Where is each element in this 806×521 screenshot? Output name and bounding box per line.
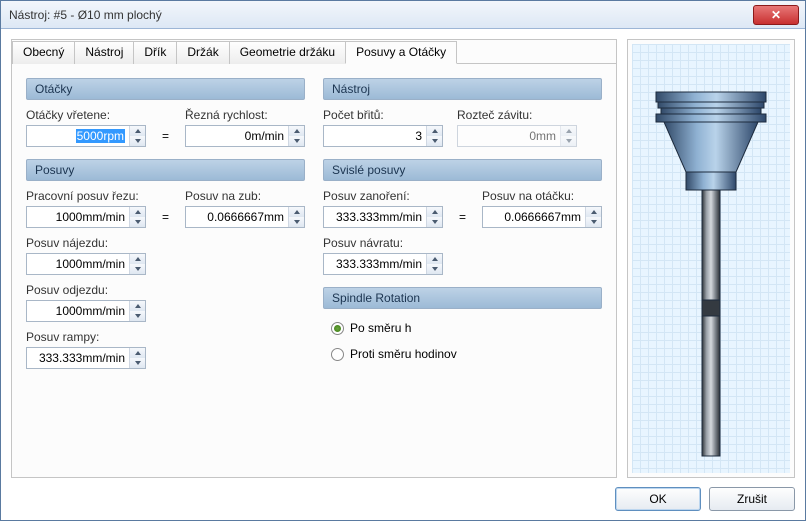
label-retract: Posuv návratu: bbox=[323, 236, 443, 250]
section-spindle: Spindle Rotation bbox=[323, 287, 602, 309]
equals-text: = bbox=[160, 210, 171, 228]
cutting-speed-value: 0m/min bbox=[186, 126, 288, 146]
spin-down-icon bbox=[561, 136, 576, 146]
label-lead-out: Posuv odjezdu: bbox=[26, 283, 146, 297]
tab-holder-geometry[interactable]: Geometrie držáku bbox=[229, 41, 346, 64]
spin-down-icon[interactable] bbox=[427, 136, 442, 146]
ok-button[interactable]: OK bbox=[615, 487, 701, 511]
section-feeds: Posuvy bbox=[26, 159, 305, 181]
spin-down-icon[interactable] bbox=[130, 311, 145, 321]
spin-down-icon[interactable] bbox=[427, 264, 442, 274]
label-ramp: Posuv rampy: bbox=[26, 330, 146, 344]
plunge-feed-input[interactable]: 333.333mm/min bbox=[323, 206, 443, 228]
label-cutting-feed: Pracovní posuv řezu: bbox=[26, 189, 146, 203]
radio-ccw[interactable]: Proti směru hodinov bbox=[331, 347, 602, 361]
plunge-feed-value: 333.333mm/min bbox=[324, 207, 426, 227]
spin-up-icon[interactable] bbox=[130, 301, 145, 311]
tab-tool[interactable]: Nástroj bbox=[74, 41, 134, 64]
spin-up-icon[interactable] bbox=[130, 207, 145, 217]
spin-down-icon[interactable] bbox=[130, 217, 145, 227]
form-panel: Obecný Nástroj Dřík Držák Geometrie držá… bbox=[11, 39, 617, 478]
spin-down-icon[interactable] bbox=[586, 217, 601, 227]
spin-up-icon bbox=[561, 126, 576, 136]
dialog-footer: OK Zrušit bbox=[1, 478, 805, 520]
spin-up-icon[interactable] bbox=[427, 254, 442, 264]
equals-text: = bbox=[160, 129, 171, 147]
label-feed-per-tooth: Posuv na zub: bbox=[185, 189, 305, 203]
section-tool: Nástroj bbox=[323, 78, 602, 100]
spin-down-icon[interactable] bbox=[427, 217, 442, 227]
spin-up-icon[interactable] bbox=[586, 207, 601, 217]
radio-ccw-label: Proti směru hodinov bbox=[350, 347, 457, 361]
window-title: Nástroj: #5 - Ø10 mm plochý bbox=[9, 8, 753, 22]
label-lead-in: Posuv nájezdu: bbox=[26, 236, 146, 250]
radio-icon bbox=[331, 322, 344, 335]
tab-shaft[interactable]: Dřík bbox=[133, 41, 177, 64]
cutting-speed-input[interactable]: 0m/min bbox=[185, 125, 305, 147]
feed-per-rev-input[interactable]: 0.0666667mm bbox=[482, 206, 602, 228]
radio-cw[interactable]: Po směru h bbox=[331, 321, 602, 335]
section-vertical-feeds: Svislé posuvy bbox=[323, 159, 602, 181]
spin-up-icon[interactable] bbox=[130, 126, 145, 136]
preview-panel bbox=[627, 39, 795, 478]
tool-preview[interactable] bbox=[632, 44, 790, 473]
cutting-feed-input[interactable]: 1000mm/min bbox=[26, 206, 146, 228]
label-cutting-speed: Řezná rychlost: bbox=[185, 108, 305, 122]
radio-icon bbox=[331, 348, 344, 361]
lead-out-input[interactable]: 1000mm/min bbox=[26, 300, 146, 322]
label-thread-pitch: Rozteč závitu: bbox=[457, 108, 577, 122]
lead-in-input[interactable]: 1000mm/min bbox=[26, 253, 146, 275]
spindle-speed-input[interactable]: 5000rpm bbox=[26, 125, 146, 147]
tool-preview-icon bbox=[636, 52, 786, 472]
close-icon: ✕ bbox=[771, 8, 781, 22]
ramp-input[interactable]: 333.333mm/min bbox=[26, 347, 146, 369]
cancel-button[interactable]: Zrušit bbox=[709, 487, 795, 511]
spin-down-icon[interactable] bbox=[289, 217, 304, 227]
spin-down-icon[interactable] bbox=[130, 358, 145, 368]
retract-input[interactable]: 333.333mm/min bbox=[323, 253, 443, 275]
spin-up-icon[interactable] bbox=[130, 254, 145, 264]
spin-up-icon[interactable] bbox=[427, 126, 442, 136]
radio-cw-label: Po směru h bbox=[350, 321, 411, 335]
feed-per-rev-value: 0.0666667mm bbox=[483, 207, 585, 227]
thread-pitch-input: 0mm bbox=[457, 125, 577, 147]
spin-up-icon[interactable] bbox=[427, 207, 442, 217]
tool-dialog: Nástroj: #5 - Ø10 mm plochý ✕ Obecný Nás… bbox=[0, 0, 806, 521]
spin-down-icon[interactable] bbox=[130, 136, 145, 146]
flutes-value: 3 bbox=[324, 126, 426, 146]
spin-up-icon[interactable] bbox=[289, 207, 304, 217]
tab-body: Otáčky Otáčky vřetene: 5000rpm = Řezná r… bbox=[12, 64, 616, 477]
titlebar: Nástroj: #5 - Ø10 mm plochý ✕ bbox=[1, 1, 805, 29]
cutting-feed-value: 1000mm/min bbox=[27, 207, 129, 227]
lead-out-value: 1000mm/min bbox=[27, 301, 129, 321]
tab-feeds-speeds[interactable]: Posuvy a Otáčky bbox=[345, 41, 457, 64]
tab-general[interactable]: Obecný bbox=[12, 41, 75, 64]
left-column: Otáčky Otáčky vřetene: 5000rpm = Řezná r… bbox=[26, 74, 305, 467]
ramp-value: 333.333mm/min bbox=[27, 348, 129, 368]
spin-up-icon[interactable] bbox=[130, 348, 145, 358]
spin-up-icon[interactable] bbox=[289, 126, 304, 136]
retract-value: 333.333mm/min bbox=[324, 254, 426, 274]
label-flutes: Počet břitů: bbox=[323, 108, 443, 122]
feed-per-tooth-input[interactable]: 0.0666667mm bbox=[185, 206, 305, 228]
flutes-input[interactable]: 3 bbox=[323, 125, 443, 147]
right-column: Nástroj Počet břitů: 3 Rozteč závitu: bbox=[323, 74, 602, 467]
spin-down-icon[interactable] bbox=[289, 136, 304, 146]
lead-in-value: 1000mm/min bbox=[27, 254, 129, 274]
content-area: Obecný Nástroj Dřík Držák Geometrie držá… bbox=[1, 29, 805, 478]
spindle-speed-value: 5000rpm bbox=[76, 129, 125, 143]
label-spindle-speed: Otáčky vřetene: bbox=[26, 108, 146, 122]
thread-pitch-value: 0mm bbox=[458, 126, 560, 146]
label-plunge-feed: Posuv zanoření: bbox=[323, 189, 443, 203]
label-feed-per-rev: Posuv na otáčku: bbox=[482, 189, 602, 203]
close-button[interactable]: ✕ bbox=[753, 5, 799, 25]
tab-strip: Obecný Nástroj Dřík Držák Geometrie držá… bbox=[12, 40, 616, 64]
section-rpm: Otáčky bbox=[26, 78, 305, 100]
equals-text: = bbox=[457, 210, 468, 228]
tab-holder[interactable]: Držák bbox=[176, 41, 229, 64]
spin-down-icon[interactable] bbox=[130, 264, 145, 274]
feed-per-tooth-value: 0.0666667mm bbox=[186, 207, 288, 227]
